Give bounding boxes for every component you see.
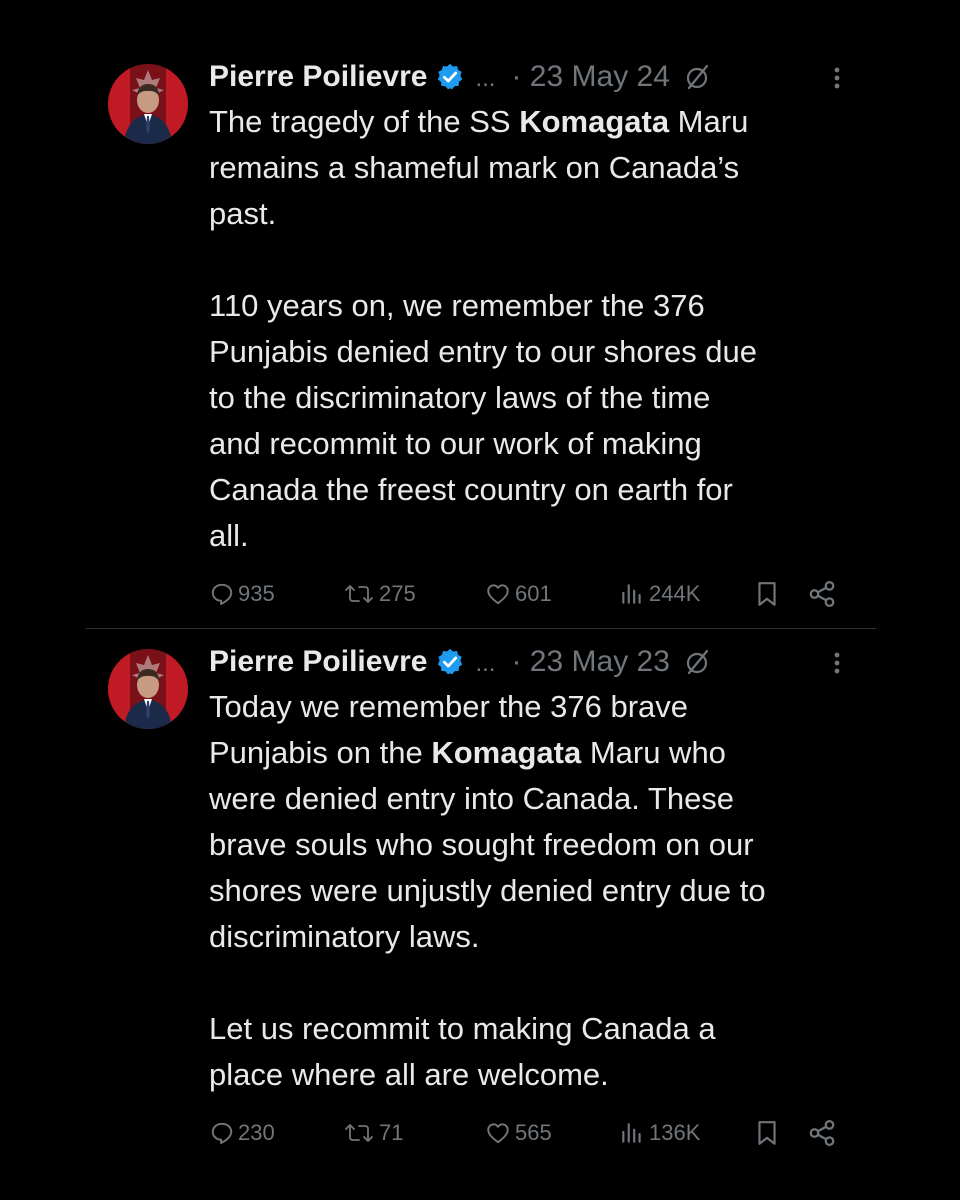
tweet-text-line: discriminatory laws. xyxy=(209,914,859,960)
text-run: remains a shameful mark on Canada’s xyxy=(209,150,740,185)
more-options-icon[interactable] xyxy=(827,63,847,93)
text-run: Canada the freest country on earth for xyxy=(209,472,733,507)
reply-count: 935 xyxy=(238,581,275,606)
repost-icon xyxy=(345,585,373,603)
bookmark-icon xyxy=(758,1121,776,1145)
text-run: Maru who xyxy=(581,735,726,770)
share-button[interactable] xyxy=(807,1115,837,1151)
tweet-actions: 230 71 565 136K xyxy=(209,1115,859,1151)
handle-truncation: ... xyxy=(475,650,496,677)
tweet-text: Today we remember the 376 brave Punjabis … xyxy=(209,684,859,1098)
tweet-text-line: The tragedy of the SS Komagata Maru xyxy=(209,99,859,145)
bookmark-button[interactable] xyxy=(754,576,780,612)
text-run: were denied entry into Canada. These xyxy=(209,781,735,816)
tweet-divider xyxy=(86,628,876,629)
tweet-date[interactable]: · 23 May 24 xyxy=(511,60,669,94)
bold-text: Komagata xyxy=(431,735,582,770)
text-run: shores were unjustly denied entry due to xyxy=(209,873,766,908)
verified-badge-icon xyxy=(438,63,463,90)
text-run: Today we remember the 376 brave xyxy=(209,689,689,724)
tweet-text-line: 110 years on, we remember the 376 xyxy=(209,283,859,329)
repost-count: 275 xyxy=(379,581,416,606)
share-icon xyxy=(809,581,835,607)
reply-button[interactable]: 230 xyxy=(209,1115,275,1151)
tweet-text-line: Today we remember the 376 brave xyxy=(209,684,859,730)
tweet-text-line: past. xyxy=(209,191,859,237)
text-run: and recommit to our work of making xyxy=(209,426,702,461)
tweet-date[interactable]: · 23 May 23 xyxy=(511,645,669,679)
view-count: 136K xyxy=(649,1120,701,1145)
text-run: past. xyxy=(209,196,277,231)
text-run: all. xyxy=(209,518,249,553)
repost-button[interactable]: 71 xyxy=(342,1115,403,1151)
more-options-icon[interactable] xyxy=(827,648,847,678)
tweet-text-line: all. xyxy=(209,513,859,559)
text-run: Punjabis denied entry to our shores due xyxy=(209,334,758,369)
tweet-header: Pierre Poilievre ... · 23 May 23 xyxy=(209,642,859,682)
bold-text: Komagata xyxy=(519,104,670,139)
text-run: brave souls who sought freedom on our xyxy=(209,827,754,862)
text-run: place where all are welcome. xyxy=(209,1057,609,1092)
tweet-text-line: Let us recommit to making Canada a xyxy=(209,1006,859,1052)
tweet-header: Pierre Poilievre ... · 23 May 24 xyxy=(209,57,859,97)
like-button[interactable]: 601 xyxy=(484,576,552,612)
repost-button[interactable]: 275 xyxy=(342,576,416,612)
views-icon xyxy=(622,584,641,604)
like-count: 565 xyxy=(515,1120,552,1145)
tweet-text-line: brave souls who sought freedom on our xyxy=(209,822,859,868)
tweet-text-line: Punjabis on the Komagata Maru who xyxy=(209,730,859,776)
text-run: Let us recommit to making Canada a xyxy=(209,1011,716,1046)
tweet-text-line: were denied entry into Canada. These xyxy=(209,776,859,822)
reply-count: 230 xyxy=(238,1120,275,1145)
text-run: Punjabis on the xyxy=(209,735,432,770)
share-icon xyxy=(809,1120,835,1146)
author-name[interactable]: Pierre Poilievre xyxy=(209,60,427,94)
views-icon xyxy=(622,1123,641,1143)
text-run: 110 years on, we remember the 376 xyxy=(209,288,705,323)
views-button[interactable]: 244K xyxy=(618,576,700,612)
reply-icon xyxy=(211,583,233,605)
text-run: Maru xyxy=(669,104,749,139)
text-run: discriminatory laws. xyxy=(209,919,480,954)
heart-icon xyxy=(487,1123,509,1144)
like-button[interactable]: 565 xyxy=(484,1115,552,1151)
heart-icon xyxy=(487,584,509,605)
tweet-text-line: Punjabis denied entry to our shores due xyxy=(209,329,859,375)
views-button[interactable]: 136K xyxy=(618,1115,700,1151)
tweet-text-line: place where all are welcome. xyxy=(209,1052,859,1098)
tweet-text-line: and recommit to our work of making xyxy=(209,421,859,467)
tweet-text-line: Canada the freest country on earth for xyxy=(209,467,859,513)
bookmark-button[interactable] xyxy=(754,1115,780,1151)
tweet-text: The tragedy of the SS Komagata Maru remai… xyxy=(209,99,859,559)
reply-icon xyxy=(211,1122,233,1144)
tweet-actions: 935 275 601 244K xyxy=(209,576,859,612)
edit-disabled-icon xyxy=(686,64,709,90)
verified-badge-icon xyxy=(438,648,463,675)
reply-button[interactable]: 935 xyxy=(209,576,275,612)
share-button[interactable] xyxy=(807,576,837,612)
tweet-text-line: shores were unjustly denied entry due to xyxy=(209,868,859,914)
handle-truncation: ... xyxy=(475,65,496,92)
text-run: The tragedy of the SS xyxy=(209,104,520,139)
repost-count: 71 xyxy=(379,1120,404,1145)
avatar[interactable] xyxy=(108,64,188,144)
author-name[interactable]: Pierre Poilievre xyxy=(209,645,427,679)
like-count: 601 xyxy=(515,581,552,606)
bookmark-icon xyxy=(758,582,776,606)
tweet-text-line: to the discriminatory laws of the time xyxy=(209,375,859,421)
edit-disabled-icon xyxy=(686,649,709,675)
repost-icon xyxy=(345,1124,373,1142)
text-run: to the discriminatory laws of the time xyxy=(209,380,711,415)
view-count: 244K xyxy=(649,581,701,606)
tweet-text-line: remains a shameful mark on Canada’s xyxy=(209,145,859,191)
avatar[interactable] xyxy=(108,649,188,729)
